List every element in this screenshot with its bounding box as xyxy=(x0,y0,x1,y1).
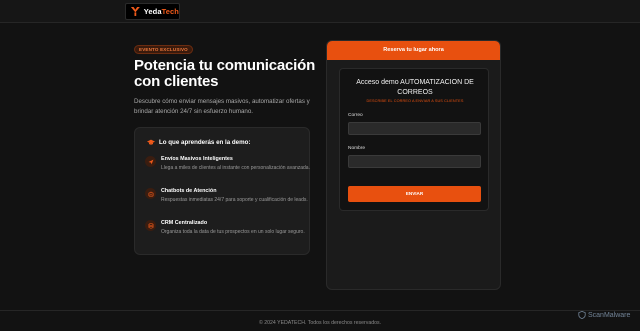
form-subtitle: DESCRIBE EL CORREO A ENVIAR A SUS CLIENT… xyxy=(366,99,464,103)
database-icon xyxy=(145,220,156,231)
feature-desc: Organiza toda la data de tus prospectos … xyxy=(161,229,305,235)
logo-text: YedaTech xyxy=(143,7,179,16)
hero-description: Descubre cómo enviar mensajes masivos, a… xyxy=(134,98,310,115)
shield-icon xyxy=(578,311,586,319)
feature-desc: Llega a miles de clientes al instante co… xyxy=(161,165,310,171)
email-label: Correo xyxy=(348,113,363,118)
feature-title: CRM Centralizado xyxy=(161,220,208,226)
footer-divider xyxy=(0,310,640,311)
form-header: Reserva tu lugar ahora xyxy=(327,41,500,60)
bot-icon xyxy=(145,188,156,199)
event-badge: EVENTO EXCLUSIVO xyxy=(134,45,193,54)
name-field[interactable] xyxy=(348,155,481,168)
form-title: Acceso demo AUTOMATIZACION DE CORREOS xyxy=(356,79,474,96)
top-navbar: YedaTech xyxy=(0,0,640,23)
name-label: Nombre xyxy=(348,146,366,151)
email-field[interactable] xyxy=(348,122,481,135)
feature-title: Envíos Masivos Inteligentes xyxy=(161,156,233,162)
registration-card: Reserva tu lugar ahora Acceso demo AUTOM… xyxy=(326,40,501,290)
learn-title: Lo que aprenderás en la demo: xyxy=(147,138,250,146)
demo-form: Acceso demo AUTOMATIZACION DE CORREOS DE… xyxy=(339,68,489,211)
footer-copyright: © 2024 YEDATECH. Todos los derechos rese… xyxy=(258,320,382,326)
watermark: ScanMalware xyxy=(578,311,630,319)
submit-button[interactable]: ENVIAR xyxy=(348,186,481,202)
learn-card: Lo que aprenderás en la demo: Envíos Mas… xyxy=(134,127,310,255)
logo-mark-icon xyxy=(130,7,140,16)
yedatech-logo[interactable]: YedaTech xyxy=(125,3,180,20)
hero-headline: Potencia tu comunicación con clientes xyxy=(134,57,316,90)
graduation-cap-icon xyxy=(147,139,155,145)
send-icon xyxy=(145,156,156,167)
feature-title: Chatbots de Atención xyxy=(161,188,217,194)
feature-desc: Respuestas inmediatas 24/7 para soporte … xyxy=(161,197,308,203)
